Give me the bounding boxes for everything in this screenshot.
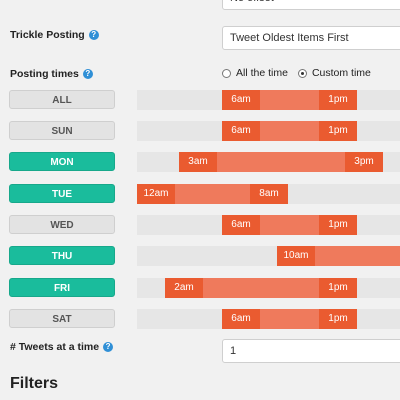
day-row-sat: SAT 6am 1pm (0, 309, 400, 329)
day-row-all: ALL 6am 1pm (0, 90, 400, 110)
start-handle[interactable]: 12am (137, 184, 175, 204)
day-toggle-tue[interactable]: TUE (9, 184, 115, 203)
tweets-at-a-time-input[interactable]: 1 (222, 339, 400, 363)
time-track[interactable]: 6am 1pm (137, 309, 400, 329)
day-row-mon: MON 3am 3pm (0, 152, 400, 172)
radio-all-the-time-label: All the time (236, 67, 288, 79)
time-track[interactable]: 6am 1pm (137, 121, 400, 141)
day-toggle-thu[interactable]: THU (9, 246, 115, 265)
time-track[interactable]: 3am 3pm (137, 152, 400, 172)
radio-custom-time-label: Custom time (311, 67, 371, 79)
day-toggle-fri[interactable]: FRI (9, 278, 115, 297)
tweets-at-a-time-label: # Tweets at a time ? (10, 341, 114, 353)
trickle-posting-label: Trickle Posting ? (10, 29, 99, 41)
end-handle[interactable]: 1pm (319, 215, 357, 235)
end-handle[interactable]: 1pm (319, 121, 357, 141)
day-row-tue: TUE 12am 8am (0, 184, 400, 204)
radio-custom-time[interactable]: Custom time (297, 67, 371, 79)
start-handle[interactable]: 6am (222, 121, 260, 141)
start-handle[interactable]: 6am (222, 90, 260, 110)
radio-all-the-time[interactable]: All the time (222, 67, 288, 79)
day-toggle-sat[interactable]: SAT (9, 309, 115, 328)
help-icon[interactable]: ? (103, 342, 114, 352)
filters-heading: Filters (10, 375, 59, 392)
time-track[interactable]: 2am 1pm (137, 278, 400, 298)
end-handle[interactable]: 8am (250, 184, 288, 204)
end-handle[interactable]: 1pm (319, 278, 357, 298)
day-row-wed: WED 6am 1pm (0, 215, 400, 235)
end-handle[interactable]: 1pm (319, 309, 357, 329)
tweets-at-a-time-text: # Tweets at a time (10, 341, 100, 353)
radio-button-checked-icon[interactable] (297, 68, 307, 78)
day-row-sun: SUN 6am 1pm (0, 121, 400, 141)
time-track[interactable]: 12am 8am (137, 184, 400, 204)
time-track[interactable]: 6am 1pm (137, 90, 400, 110)
help-icon[interactable]: ? (88, 30, 99, 40)
time-track[interactable]: 6am 1pm (137, 215, 400, 235)
time-track[interactable]: 10am (137, 246, 400, 266)
end-handle[interactable]: 3pm (345, 152, 383, 172)
day-toggle-all[interactable]: ALL (9, 90, 115, 109)
trickle-posting-select[interactable]: Tweet Oldest Items First (222, 26, 400, 50)
start-handle[interactable]: 10am (277, 246, 315, 266)
offset-select[interactable]: No offset (222, 0, 400, 10)
day-toggle-wed[interactable]: WED (9, 215, 115, 234)
day-row-thu: THU 10am (0, 246, 400, 266)
start-handle[interactable]: 2am (165, 278, 203, 298)
end-handle[interactable]: 1pm (319, 90, 357, 110)
day-toggle-mon[interactable]: MON (9, 152, 115, 171)
posting-times-label: Posting times ? (10, 68, 93, 80)
start-handle[interactable]: 3am (179, 152, 217, 172)
day-toggle-sun[interactable]: SUN (9, 121, 115, 140)
start-handle[interactable]: 6am (222, 215, 260, 235)
day-row-fri: FRI 2am 1pm (0, 278, 400, 298)
help-icon[interactable]: ? (82, 69, 93, 79)
posting-times-radio-group: All the time Custom time (222, 67, 381, 79)
radio-button-icon[interactable] (222, 68, 231, 78)
start-handle[interactable]: 6am (222, 309, 260, 329)
posting-times-text: Posting times (10, 68, 79, 80)
trickle-posting-text: Trickle Posting (10, 29, 85, 41)
